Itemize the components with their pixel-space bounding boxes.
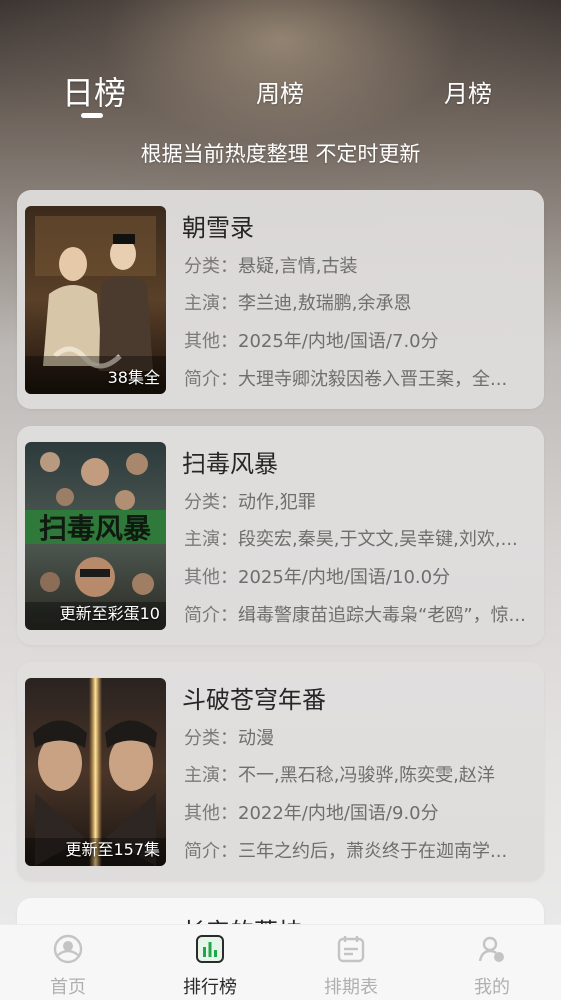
cast-value: 不一,黑石稔,冯骏骅,陈奕雯,赵洋: [238, 765, 495, 786]
ranking-subtitle: 根据当前热度整理 不定时更新: [140, 142, 421, 166]
poster-image: 更新至157集: [25, 678, 166, 866]
category-value: 动作,犯罪: [238, 492, 316, 513]
active-tab-indicator: [81, 113, 103, 118]
synopsis-value: 缉毒警康苗追踪大毒枭“老鸥”，惊...: [238, 605, 526, 626]
category-row: 分类：悬疑,言情,古装: [184, 256, 358, 277]
ranking-card[interactable]: 更新至157集 斗破苍穹年番 分类：动漫 主演：不一,黑石稔,冯骏骅,陈奕雯,赵…: [17, 662, 544, 881]
synopsis-value: 大理寺卿沈毅因卷入晋王案，全...: [238, 369, 508, 390]
nav-ranking-label: 排行榜: [183, 977, 237, 998]
other-row: 其他：2022年/内地/国语/9.0分: [184, 803, 439, 824]
show-title: 斗破苍穹年番: [182, 686, 326, 714]
nav-schedule-label: 排期表: [324, 977, 378, 998]
nav-ranking[interactable]: 排行榜: [155, 925, 265, 1000]
cast-row: 主演：段奕宏,秦昊,于文文,吴幸键,刘欢,...: [184, 529, 518, 550]
other-value: 2025年/内地/国语/7.0分: [238, 331, 439, 352]
category-value: 动漫: [238, 728, 274, 749]
tab-weekly[interactable]: 周榜: [256, 74, 304, 109]
bottom-nav: 首页 排行榜 排期表 我的: [0, 924, 561, 1000]
home-icon: [53, 934, 83, 964]
tab-monthly[interactable]: 月榜: [444, 74, 492, 109]
category-row: 分类：动作,犯罪: [184, 492, 316, 513]
poster-image: 38集全: [25, 206, 166, 394]
synopsis-row: 简介：缉毒警康苗追踪大毒枭“老鸥”，惊...: [184, 605, 526, 626]
svg-text:扫毒风暴: 扫毒风暴: [39, 512, 152, 545]
cast-value: 李兰迪,敖瑞鹏,余承恩: [238, 293, 412, 314]
other-row: 其他：2025年/内地/国语/7.0分: [184, 331, 439, 352]
nav-schedule[interactable]: 排期表: [296, 925, 406, 1000]
other-value: 2025年/内地/国语/10.0分: [238, 567, 451, 588]
episode-badge: 更新至157集: [65, 840, 160, 859]
ranking-icon: [196, 935, 224, 963]
cast-row: 主演：不一,黑石稔,冯骏骅,陈奕雯,赵洋: [184, 765, 495, 786]
nav-home[interactable]: 首页: [13, 925, 123, 1000]
ranking-card[interactable]: 38集全 朝雪录 分类：悬疑,言情,古装 主演：李兰迪,敖瑞鹏,余承恩 其他：2…: [17, 190, 544, 409]
nav-mine[interactable]: 我的: [437, 925, 547, 1000]
synopsis-row: 简介：三年之约后，萧炎终于在迦南学...: [184, 841, 508, 862]
user-icon: [478, 936, 504, 962]
synopsis-value: 三年之约后，萧炎终于在迦南学...: [238, 841, 508, 862]
poster-image: 扫毒风暴 更新至彩蛋10: [25, 442, 166, 630]
category-row: 分类：动漫: [184, 728, 274, 749]
show-title: 扫毒风暴: [182, 450, 278, 478]
nav-mine-label: 我的: [474, 977, 510, 998]
synopsis-row: 简介：大理寺卿沈毅因卷入晋王案，全...: [184, 369, 508, 390]
nav-home-label: 首页: [50, 977, 86, 998]
episode-badge: 更新至彩蛋10: [59, 604, 160, 623]
tab-daily[interactable]: 日榜: [62, 68, 126, 114]
cast-row: 主演：李兰迪,敖瑞鹏,余承恩: [184, 293, 412, 314]
show-title: 朝雪录: [182, 214, 254, 242]
other-row: 其他：2025年/内地/国语/10.0分: [184, 567, 451, 588]
category-value: 悬疑,言情,古装: [238, 256, 358, 277]
cast-value: 段奕宏,秦昊,于文文,吴幸键,刘欢,...: [238, 529, 518, 550]
episode-badge: 38集全: [107, 368, 160, 387]
other-value: 2022年/内地/国语/9.0分: [238, 803, 439, 824]
ranking-card[interactable]: 扫毒风暴 更新至彩蛋10 扫毒风暴 分类：动作,犯罪 主演：段奕宏,秦昊,于文文…: [17, 426, 544, 645]
calendar-icon: [337, 936, 365, 963]
